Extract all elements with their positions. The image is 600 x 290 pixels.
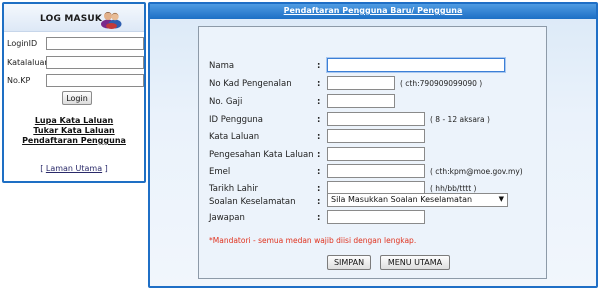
kata-laluan-label: Kata Laluan xyxy=(209,132,260,142)
password-label: Katalaluan xyxy=(7,58,50,67)
colon: : xyxy=(317,61,321,71)
emel-input[interactable] xyxy=(327,164,425,178)
kp-input[interactable] xyxy=(46,74,144,87)
security-question-select[interactable]: Sila Masukkan Soalan Keselamatan ▼ xyxy=(327,193,508,207)
register-link[interactable]: Pendaftaran Pengguna xyxy=(4,136,144,145)
colon: : xyxy=(317,167,321,177)
login-id-input[interactable] xyxy=(46,37,144,50)
no-kad-label: No Kad Pengenalan xyxy=(209,79,292,89)
pengesahan-input[interactable] xyxy=(327,147,425,161)
colon: : xyxy=(317,115,321,125)
main-menu-button[interactable]: MENU UTAMA xyxy=(380,255,450,270)
jawapan-input[interactable] xyxy=(327,210,425,224)
emel-label: Emel xyxy=(209,167,231,177)
soalan-label: Soalan Keselamatan xyxy=(209,197,296,207)
login-title: LOG MASUK xyxy=(40,14,103,24)
registration-panel: Pendaftaran Pengguna Baru/ Pengguna Nama… xyxy=(148,2,598,288)
main-page-link[interactable]: [ Laman Utama ] xyxy=(4,164,144,173)
jawapan-label: Jawapan xyxy=(209,213,245,223)
id-pengguna-label: ID Pengguna xyxy=(209,115,263,125)
emel-hint: ( cth:kpm@moe.gov.my) xyxy=(430,167,523,176)
no-kad-hint: ( cth:790909099090 ) xyxy=(400,79,483,88)
users-icon xyxy=(101,12,122,29)
no-gaji-input[interactable] xyxy=(327,94,395,108)
forgot-password-link[interactable]: Lupa Kata Laluan xyxy=(4,116,144,125)
colon: : xyxy=(317,150,321,160)
registration-header: Pendaftaran Pengguna Baru/ Pengguna xyxy=(150,4,596,19)
kp-label: No.KP xyxy=(7,76,31,85)
login-panel: LOG MASUK LoginID Katalaluan No.KP Login… xyxy=(2,2,146,183)
registration-form: Nama : No Kad Pengenalan : ( cth:7909090… xyxy=(198,26,547,279)
no-gaji-label: No. Gaji xyxy=(209,97,243,107)
colon: : xyxy=(317,197,321,207)
no-kad-input[interactable] xyxy=(327,76,395,90)
login-header: LOG MASUK xyxy=(4,4,144,32)
nama-label: Nama xyxy=(209,61,235,71)
mandatory-note: *Mandatori - semua medan wajib diisi den… xyxy=(209,236,417,245)
change-password-link[interactable]: Tukar Kata Laluan xyxy=(4,126,144,135)
tarikh-lahir-hint: ( hh/bb/tttt ) xyxy=(430,184,477,193)
colon: : xyxy=(317,184,321,194)
registration-title: Pendaftaran Pengguna Baru/ Pengguna xyxy=(283,6,463,15)
id-pengguna-hint: ( 8 - 12 aksara ) xyxy=(430,115,490,124)
security-question-value: Sila Masukkan Soalan Keselamatan xyxy=(331,195,473,204)
nama-input[interactable] xyxy=(327,58,505,72)
login-id-label: LoginID xyxy=(7,39,38,48)
password-input[interactable] xyxy=(46,56,144,69)
colon: : xyxy=(317,132,321,142)
chevron-down-icon[interactable]: ▼ xyxy=(499,195,504,203)
kata-laluan-input[interactable] xyxy=(327,129,425,143)
main-page-link-text[interactable]: Laman Utama xyxy=(46,164,102,173)
login-button[interactable]: Login xyxy=(62,91,92,105)
tarikh-lahir-label: Tarikh Lahir xyxy=(209,184,259,194)
colon: : xyxy=(317,97,321,107)
save-button[interactable]: SIMPAN xyxy=(327,255,371,270)
id-pengguna-input[interactable] xyxy=(327,112,425,126)
colon: : xyxy=(317,213,321,223)
colon: : xyxy=(317,79,321,89)
pengesahan-label: Pengesahan Kata Laluan xyxy=(209,150,314,160)
